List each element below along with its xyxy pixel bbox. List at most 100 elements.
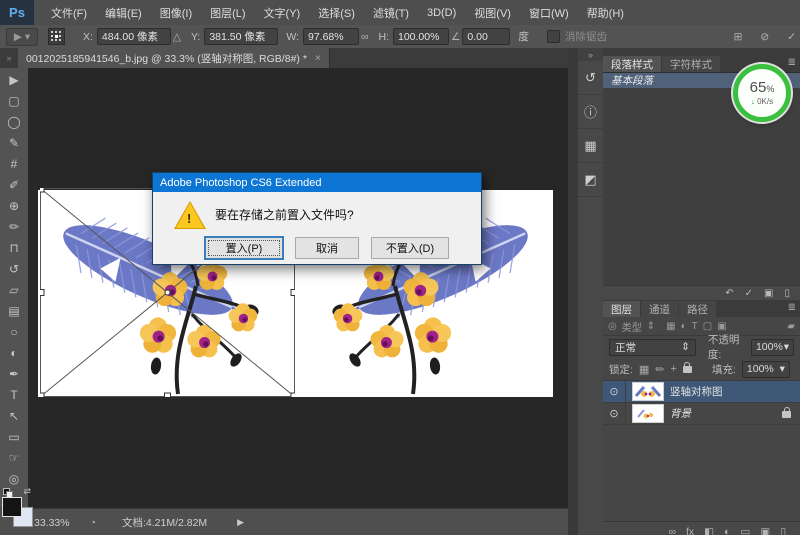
- redefine-style-icon[interactable]: ✓: [745, 288, 753, 299]
- layer1-name[interactable]: 竖轴对称图: [670, 384, 723, 399]
- menu-item-layer[interactable]: 图层(L): [201, 5, 254, 21]
- lasso-tool-button[interactable]: ◯: [0, 111, 28, 132]
- layer1-thumbnail[interactable]: [633, 383, 663, 400]
- delete-style-icon[interactable]: ▯: [784, 288, 790, 299]
- expand-panels-icon[interactable]: »: [578, 48, 603, 61]
- cancel-button[interactable]: 取消: [295, 237, 359, 259]
- layer2-thumbnail[interactable]: [633, 405, 663, 422]
- layer2-visibility-toggle[interactable]: ⊙: [603, 403, 626, 424]
- foreground-color-swatch[interactable]: [2, 497, 22, 517]
- canvas-area[interactable]: [28, 68, 568, 508]
- new-style-icon[interactable]: ▣: [764, 288, 773, 299]
- shape-tool-button[interactable]: ▭: [0, 426, 28, 447]
- eyedropper-tool-button[interactable]: ✐: [0, 174, 28, 195]
- tab-channels[interactable]: 通道: [641, 301, 678, 317]
- relative-position-delta-icon[interactable]: △: [173, 31, 181, 43]
- filter-toggle-icon[interactable]: ▰: [787, 321, 795, 332]
- type-tool-button[interactable]: T: [0, 384, 28, 405]
- menu-item-help[interactable]: 帮助(H): [578, 5, 633, 21]
- paragraph-panel-menu-icon[interactable]: ≣: [788, 57, 796, 68]
- dodge-tool-button[interactable]: ◐: [0, 342, 28, 363]
- document-tab-close-icon[interactable]: ×: [315, 52, 321, 64]
- width-scale-field[interactable]: 97.68%: [303, 28, 359, 45]
- clone-stamp-tool-button[interactable]: ⊓: [0, 237, 28, 258]
- info-panel-button[interactable]: ⓘ: [578, 95, 603, 129]
- filter-kind-caret-icon[interactable]: ⇕: [647, 321, 655, 332]
- layer-effects-icon[interactable]: fx: [686, 526, 694, 535]
- layer-row-symmetry[interactable]: ⊙ 竖轴对称图: [603, 381, 800, 403]
- move-tool-button[interactable]: ▶: [0, 69, 28, 90]
- adjustment-filter-icon[interactable]: ◐: [681, 321, 687, 332]
- gradient-tool-button[interactable]: ▤: [0, 300, 28, 321]
- tool-preset-picker[interactable]: ▶ ▾: [6, 28, 38, 46]
- tab-character-styles[interactable]: 字符样式: [662, 56, 720, 72]
- adjustments-panel-button[interactable]: ◩: [578, 163, 603, 197]
- x-position-field[interactable]: 484.00 像素: [97, 28, 171, 45]
- marquee-tool-button[interactable]: ▢: [0, 90, 28, 111]
- zoom-level-field[interactable]: 33.33%: [34, 517, 70, 529]
- menu-item-type[interactable]: 文字(Y): [255, 5, 310, 21]
- pixel-filter-icon[interactable]: ▦: [666, 321, 675, 332]
- lock-image-pixels-icon[interactable]: ✏: [655, 363, 664, 376]
- link-dimensions-icon[interactable]: ∞: [361, 31, 369, 43]
- layer2-name[interactable]: 背景: [670, 406, 691, 421]
- swap-colors-icon[interactable]: ⇄: [23, 486, 31, 497]
- menu-item-filter[interactable]: 滤镜(T): [364, 5, 418, 21]
- layer-mask-icon[interactable]: ◧: [704, 526, 714, 535]
- lock-position-icon[interactable]: +: [671, 363, 677, 375]
- menu-item-edit[interactable]: 编辑(E): [96, 5, 151, 21]
- reference-point-locator[interactable]: [48, 28, 65, 45]
- download-progress-overlay[interactable]: 65% ↓ 0K/s: [733, 64, 791, 122]
- height-scale-field[interactable]: 100.00%: [393, 28, 449, 45]
- lock-transparent-pixels-icon[interactable]: ▦: [639, 363, 649, 376]
- pen-tool-button[interactable]: ✒: [0, 363, 28, 384]
- path-select-tool-button[interactable]: ↖: [0, 405, 28, 426]
- quick-select-tool-button[interactable]: ✎: [0, 132, 28, 153]
- layer-row-background[interactable]: ⊙ 背景: [603, 403, 800, 425]
- layers-panel-menu-icon[interactable]: ≣: [788, 302, 796, 313]
- menu-item-file[interactable]: 文件(F): [42, 5, 96, 21]
- cancel-transform-icon[interactable]: ⊘: [760, 31, 769, 43]
- warp-mode-toggle-icon[interactable]: ⊞: [734, 31, 743, 43]
- status-menu-arrow-icon[interactable]: ▶: [237, 517, 244, 528]
- document-tab[interactable]: 0012025185941546_b.jpg @ 33.3% (竖轴对称图, R…: [18, 48, 330, 68]
- hand-tool-button[interactable]: ☞: [0, 447, 28, 468]
- history-panel-button[interactable]: ↺: [578, 61, 603, 95]
- clear-override-icon[interactable]: ↶: [725, 288, 733, 299]
- properties-panel-button[interactable]: ▦: [578, 129, 603, 163]
- blend-mode-select[interactable]: 正常 ⇕: [609, 339, 696, 356]
- new-layer-icon[interactable]: ▣: [760, 526, 770, 535]
- rotation-field[interactable]: 0.00: [462, 28, 510, 45]
- dont-place-button[interactable]: 不置入(D): [371, 237, 449, 259]
- layer1-visibility-toggle[interactable]: ⊙: [603, 381, 626, 402]
- tab-paragraph-styles[interactable]: 段落样式: [603, 56, 661, 72]
- menu-item-select[interactable]: 选择(S): [309, 5, 364, 21]
- menu-item-3d[interactable]: 3D(D): [418, 7, 465, 19]
- filter-kind-label[interactable]: 类型: [622, 319, 642, 334]
- lock-all-icon[interactable]: [683, 366, 692, 373]
- layer-group-icon[interactable]: ▭: [740, 526, 750, 535]
- crop-tool-button[interactable]: #: [0, 153, 28, 174]
- menu-item-view[interactable]: 视图(V): [465, 5, 520, 21]
- commit-transform-icon[interactable]: ✓: [787, 31, 796, 43]
- shape-filter-icon[interactable]: ▢: [703, 321, 712, 332]
- brush-tool-button[interactable]: ✏: [0, 216, 28, 237]
- dialog-title-bar[interactable]: Adobe Photoshop CS6 Extended: [153, 173, 481, 192]
- place-button[interactable]: 置入(P): [205, 237, 283, 259]
- tab-paths[interactable]: 路径: [679, 301, 716, 317]
- type-filter-icon[interactable]: T: [692, 321, 698, 332]
- history-brush-tool-button[interactable]: ↺: [0, 258, 28, 279]
- tab-scroll-icon[interactable]: »: [0, 48, 18, 68]
- antialias-checkbox[interactable]: [547, 30, 560, 43]
- smart-object-filter-icon[interactable]: ▣: [717, 321, 726, 332]
- adjustment-layer-icon[interactable]: ◐: [724, 526, 730, 535]
- y-position-field[interactable]: 381.50 像素: [204, 28, 278, 45]
- menu-item-image[interactable]: 图像(I): [151, 5, 201, 21]
- eraser-tool-button[interactable]: ▱: [0, 279, 28, 300]
- tab-layers[interactable]: 图层: [603, 301, 640, 317]
- menu-item-window[interactable]: 窗口(W): [520, 5, 578, 21]
- blur-tool-button[interactable]: ○: [0, 321, 28, 342]
- healing-brush-tool-button[interactable]: ⊕: [0, 195, 28, 216]
- default-colors-icon[interactable]: [3, 488, 12, 497]
- link-layers-icon[interactable]: ∞: [668, 526, 676, 535]
